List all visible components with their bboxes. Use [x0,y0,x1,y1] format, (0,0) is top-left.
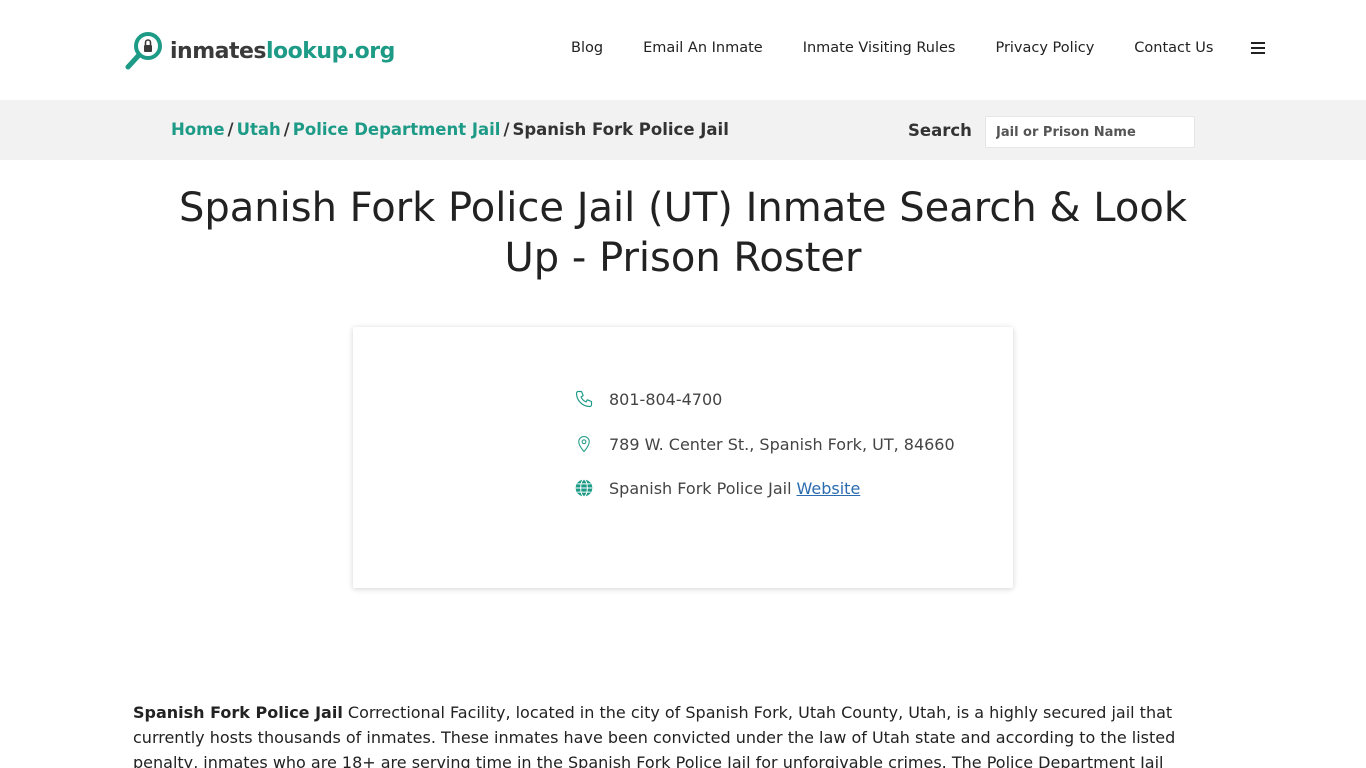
search-magnifier-lock-icon [125,32,162,70]
search-label: Search [908,121,972,140]
hamburger-menu-icon[interactable] [1251,42,1266,54]
phone-number[interactable]: 801-804-4700 [609,390,722,409]
page-title: Spanish Fork Police Jail (UT) Inmate Sea… [178,185,1187,281]
address-text: 789 W. Center St., Spanish Fork, UT, 846… [609,434,955,454]
website-prefix: Spanish Fork Police Jail [609,478,792,498]
phone-row: 801-804-4700 [573,388,722,410]
address-row: 789 W. Center St., Spanish Fork, UT, 846… [573,433,955,455]
nav-email-an-inmate[interactable]: Email An Inmate [643,40,763,56]
article-lead: Spanish Fork Police Jail [133,703,343,722]
logo-text: inmateslookup.org [170,39,395,64]
article-paragraph: Spanish Fork Police Jail Correctional Fa… [133,700,1223,768]
site-header: inmateslookup.org Blog Email An Inmate I… [0,0,1366,100]
map-pin-icon [573,433,595,455]
breadcrumb: Home / Utah / Police Department Jail / Spanish… [171,120,729,139]
phone-icon [573,388,595,410]
globe-icon [573,477,595,499]
logo-text-part1: inmates [170,38,267,64]
website-link[interactable]: Website [797,479,861,498]
site-logo[interactable]: inmateslookup.org [123,30,395,72]
website-row: Spanish Fork Police Jail Website [573,477,860,499]
breadcrumb-separator: / [227,120,234,139]
breadcrumb-utah[interactable]: Utah [237,120,281,139]
nav-blog[interactable]: Blog [571,40,603,56]
logo-text-part2: lookup.org [266,38,395,64]
nav-privacy-policy[interactable]: Privacy Policy [995,40,1094,56]
breadcrumb-police-department-jail[interactable]: Police Department Jail [293,120,501,139]
breadcrumb-separator: / [503,120,510,139]
breadcrumb-current: Spanish Fork Police Jail [512,120,729,139]
facility-info-card: 801-804-4700 789 W. Center St., Spanish … [353,327,1013,588]
main-nav: Blog Email An Inmate Inmate Visiting Rul… [571,40,1266,56]
breadcrumb-separator: / [283,120,290,139]
breadcrumb-bar: Home / Utah / Police Department Jail / Spanish… [0,100,1366,160]
search-input[interactable] [985,116,1195,148]
nav-inmate-visiting-rules[interactable]: Inmate Visiting Rules [803,40,956,56]
nav-contact-us[interactable]: Contact Us [1134,40,1213,56]
breadcrumb-home[interactable]: Home [171,120,225,139]
